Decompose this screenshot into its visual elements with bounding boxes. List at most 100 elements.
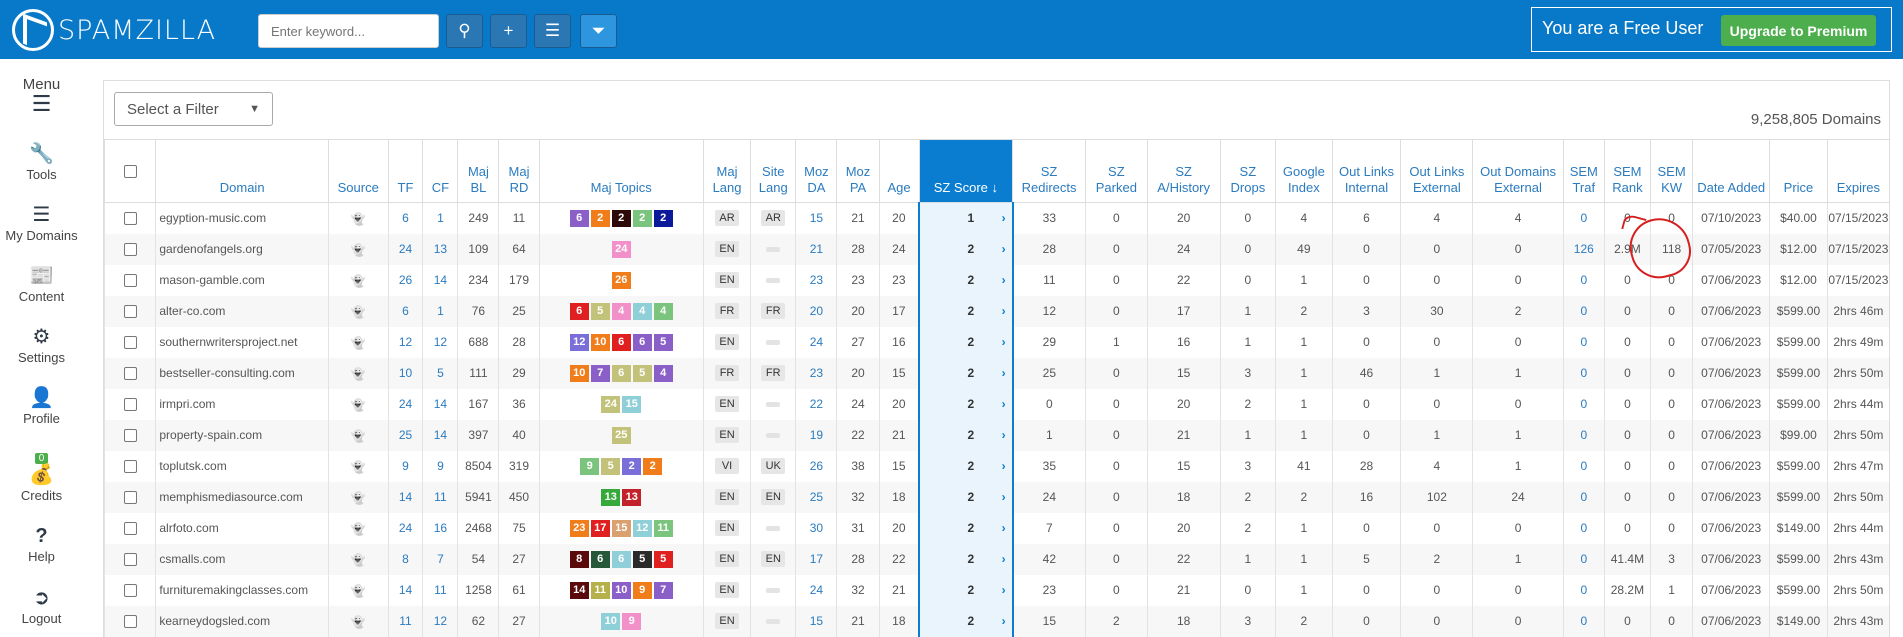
- chevron-right-icon[interactable]: ›: [1002, 490, 1006, 504]
- col-domain[interactable]: Domain: [155, 139, 329, 203]
- col-google-index[interactable]: Google Index: [1275, 139, 1333, 203]
- topic-badge[interactable]: 6: [569, 302, 589, 320]
- domain-cell[interactable]: bestseller-consulting.com: [155, 357, 329, 389]
- topic-badge[interactable]: 2: [622, 457, 642, 475]
- table-row[interactable]: alrfoto.com 👻 24 16 2468 75 23 17 15 12 11 EN 30 31 20…: [103, 512, 1889, 544]
- row-checkbox[interactable]: [123, 243, 137, 257]
- domain-cell[interactable]: furnituremakingclasses.com: [155, 574, 329, 606]
- topic-badge[interactable]: 14: [569, 581, 589, 599]
- row-checkbox[interactable]: [123, 553, 137, 567]
- topic-badge[interactable]: 4: [653, 364, 673, 382]
- domain-cell[interactable]: property-spain.com: [155, 419, 329, 451]
- row-checkbox[interactable]: [123, 429, 137, 443]
- topic-badge[interactable]: 6: [569, 209, 589, 227]
- sidebar-item-my-domains[interactable]: ☰ My Domains: [0, 204, 83, 243]
- topic-badge[interactable]: 6: [632, 333, 652, 351]
- table-row[interactable]: furnituremakingclasses.com 👻 14 11 1258 61 14 1…: [103, 574, 1889, 606]
- col-sz-parked[interactable]: SZ Parked: [1085, 139, 1148, 203]
- topic-badge[interactable]: 13: [622, 488, 642, 506]
- domain-cell[interactable]: kearneydogsled.com: [155, 605, 329, 637]
- chevron-right-icon[interactable]: ›: [1002, 428, 1006, 442]
- sz-score-cell[interactable]: 2 ›: [918, 233, 1014, 265]
- chevron-right-icon[interactable]: ›: [1002, 552, 1006, 566]
- row-checkbox[interactable]: [123, 367, 137, 381]
- topic-badge[interactable]: 2: [590, 209, 610, 227]
- topic-badge[interactable]: 2: [653, 209, 673, 227]
- topic-badge[interactable]: 11: [653, 519, 673, 537]
- col-expires[interactable]: Expires: [1826, 139, 1889, 203]
- sidebar-item-help[interactable]: ? Help: [0, 525, 83, 564]
- row-checkbox[interactable]: [123, 274, 137, 288]
- col-sz-score[interactable]: SZ Score ↓: [918, 139, 1013, 203]
- topic-badge[interactable]: 12: [569, 333, 589, 351]
- col-maj-lang[interactable]: Maj Lang: [702, 139, 751, 203]
- col-maj-rd[interactable]: Maj RD: [498, 139, 540, 203]
- source-icon[interactable]: 👻: [351, 460, 366, 474]
- search-button[interactable]: ⚲: [446, 14, 483, 48]
- col-tf[interactable]: TF: [387, 139, 423, 203]
- topic-badge[interactable]: 9: [580, 457, 600, 475]
- col-maj-topics[interactable]: Maj Topics: [538, 139, 704, 203]
- topic-badge[interactable]: 6: [611, 364, 631, 382]
- row-checkbox[interactable]: [123, 615, 137, 629]
- topic-badge[interactable]: 6: [611, 550, 631, 568]
- table-row[interactable]: egyption-music.com 👻 6 1 249 11 6 2 2 2 2 AR AR 15 21 2…: [103, 202, 1889, 234]
- table-row[interactable]: southernwritersproject.net 👻 12 12 688 28 12 10…: [103, 326, 1889, 358]
- chevron-right-icon[interactable]: ›: [1002, 459, 1006, 473]
- add-button[interactable]: +: [490, 14, 527, 48]
- col-out-domains-external[interactable]: Out Domains External: [1472, 139, 1564, 203]
- sz-score-cell[interactable]: 1 ›: [918, 202, 1014, 234]
- topic-badge[interactable]: 10: [569, 364, 589, 382]
- sidebar-item-tools[interactable]: 🔧 Tools: [0, 143, 83, 182]
- row-checkbox[interactable]: [123, 522, 137, 536]
- sz-score-cell[interactable]: 2 ›: [918, 574, 1014, 606]
- topic-badge[interactable]: 2: [643, 457, 663, 475]
- topic-badge[interactable]: 15: [622, 395, 642, 413]
- chevron-right-icon[interactable]: ›: [1002, 614, 1006, 628]
- source-icon[interactable]: 👻: [351, 584, 366, 598]
- col-maj-bl[interactable]: Maj BL: [457, 139, 499, 203]
- row-checkbox[interactable]: [123, 584, 137, 598]
- source-icon[interactable]: 👻: [351, 615, 366, 629]
- filter-select[interactable]: Select a Filter ▼: [114, 92, 273, 126]
- table-row[interactable]: bestseller-consulting.com 👻 10 5 111 29 10 7 6 5 4…: [103, 357, 1889, 389]
- chevron-right-icon[interactable]: ›: [1002, 273, 1006, 287]
- topic-badge[interactable]: 6: [611, 333, 631, 351]
- table-row[interactable]: irmpri.com 👻 24 14 167 36 24 15 EN 22 24 20 2 › 0 0 20 2 1…: [103, 388, 1889, 420]
- search-input[interactable]: [258, 14, 439, 48]
- sz-score-cell[interactable]: 2 ›: [918, 605, 1014, 637]
- sz-score-cell[interactable]: 2 ›: [918, 481, 1014, 513]
- domain-cell[interactable]: mason-gamble.com: [155, 264, 329, 296]
- row-checkbox[interactable]: [123, 305, 137, 319]
- topic-badge[interactable]: 25: [611, 426, 631, 444]
- sz-score-cell[interactable]: 2 ›: [918, 512, 1014, 544]
- sz-score-cell[interactable]: 2 ›: [918, 326, 1014, 358]
- topic-badge[interactable]: 2: [632, 209, 652, 227]
- sidebar-item-content[interactable]: 📰 Content: [0, 265, 83, 304]
- topic-badge[interactable]: 26: [611, 271, 631, 289]
- source-icon[interactable]: 👻: [351, 398, 366, 412]
- row-checkbox[interactable]: [123, 212, 137, 226]
- select-all-checkbox[interactable]: [123, 165, 137, 179]
- chevron-right-icon[interactable]: ›: [1002, 211, 1006, 225]
- topic-badge[interactable]: 15: [611, 519, 631, 537]
- sz-score-cell[interactable]: 2 ›: [918, 357, 1014, 389]
- col-source[interactable]: Source: [327, 139, 389, 203]
- topic-badge[interactable]: 24: [601, 395, 621, 413]
- row-checkbox[interactable]: [123, 491, 137, 505]
- col-sz-drops[interactable]: SZ Drops: [1219, 139, 1276, 203]
- domain-cell[interactable]: csmalls.com: [155, 543, 329, 575]
- topic-badge[interactable]: 2: [611, 209, 631, 227]
- source-icon[interactable]: 👻: [351, 429, 366, 443]
- chevron-right-icon[interactable]: ›: [1002, 242, 1006, 256]
- source-icon[interactable]: 👻: [351, 305, 366, 319]
- col-sz-redirects[interactable]: SZ Redirects: [1012, 139, 1086, 203]
- chevron-right-icon[interactable]: ›: [1002, 366, 1006, 380]
- sidebar-item-logout[interactable]: ➲ Logout: [0, 587, 83, 626]
- row-checkbox[interactable]: [123, 336, 137, 350]
- source-icon[interactable]: 👻: [351, 212, 366, 226]
- source-icon[interactable]: 👻: [351, 553, 366, 567]
- topic-badge[interactable]: 4: [632, 302, 652, 320]
- table-row[interactable]: kearneydogsled.com 👻 11 12 62 27 10 9 EN 15 21 18 2 ›…: [103, 605, 1889, 637]
- topic-badge[interactable]: 24: [611, 240, 631, 258]
